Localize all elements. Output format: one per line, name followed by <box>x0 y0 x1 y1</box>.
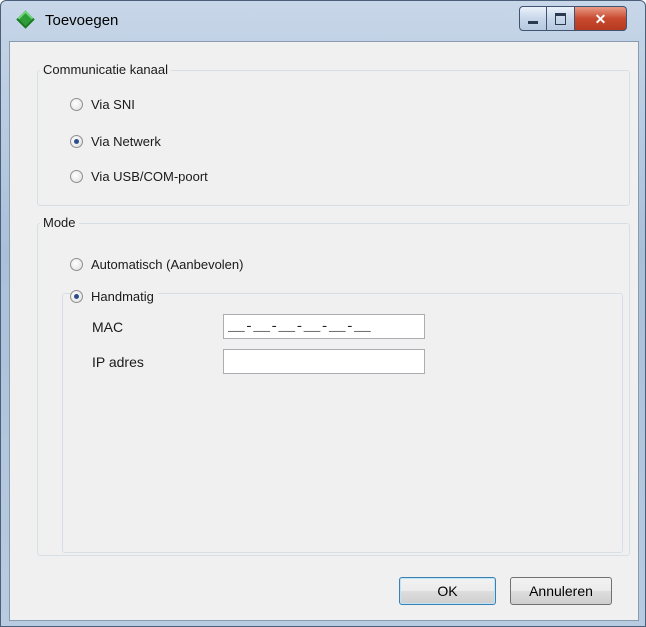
title-bar[interactable]: Toevoegen ✕ <box>1 1 645 41</box>
radio-label: Automatisch (Aanbevolen) <box>91 257 244 272</box>
radio-button-icon[interactable] <box>70 98 83 111</box>
mode-group-legend: Mode <box>40 215 79 230</box>
mac-label: MAC <box>92 319 124 335</box>
caption-buttons: ✕ <box>519 6 627 31</box>
radio-via-usb-com[interactable]: Via USB/COM-poort <box>70 169 208 184</box>
cancel-button[interactable]: Annuleren <box>510 577 612 605</box>
radio-button-checked-icon[interactable] <box>70 135 83 148</box>
ok-button[interactable]: OK <box>399 577 496 605</box>
close-icon: ✕ <box>594 10 607 27</box>
window-title: Toevoegen <box>45 12 119 29</box>
communication-group-legend: Communicatie kanaal <box>40 62 172 77</box>
ip-address-label: IP adres <box>92 354 144 370</box>
mac-input[interactable] <box>223 314 425 339</box>
radio-via-netwerk[interactable]: Via Netwerk <box>70 134 161 149</box>
radio-label: Via Netwerk <box>91 134 161 149</box>
maximize-button[interactable] <box>547 6 575 31</box>
radio-button-checked-icon[interactable] <box>70 290 83 303</box>
radio-button-icon[interactable] <box>70 258 83 271</box>
close-button[interactable]: ✕ <box>575 6 627 31</box>
minimize-icon <box>528 21 538 24</box>
minimize-button[interactable] <box>519 6 547 31</box>
radio-label: Via SNI <box>91 97 135 112</box>
dialog-window: Toevoegen ✕ Communicatie kanaal Via SNI … <box>0 0 646 627</box>
ip-address-input[interactable] <box>223 349 425 374</box>
maximize-icon <box>555 12 566 25</box>
radio-label: Via USB/COM-poort <box>91 169 208 184</box>
radio-automatisch[interactable]: Automatisch (Aanbevolen) <box>70 257 243 272</box>
radio-handmatig[interactable]: Handmatig <box>70 289 158 304</box>
radio-via-sni[interactable]: Via SNI <box>70 97 135 112</box>
app-diamond-icon <box>16 10 35 29</box>
dialog-client-area: Communicatie kanaal Via SNI Via Netwerk … <box>9 41 639 621</box>
radio-label: Handmatig <box>91 289 154 304</box>
radio-button-icon[interactable] <box>70 170 83 183</box>
